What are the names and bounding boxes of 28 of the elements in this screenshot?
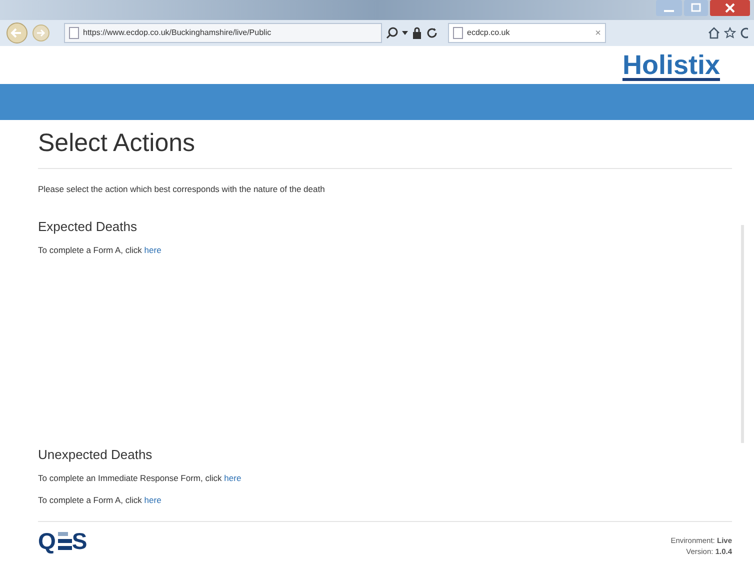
refresh-icon[interactable] <box>426 27 438 39</box>
browser-tab[interactable]: ecdcp.co.uk × <box>448 23 606 43</box>
holistix-logo: Holistix <box>622 48 720 82</box>
bars-icon <box>56 532 72 550</box>
star-icon[interactable] <box>724 27 736 39</box>
here-link[interactable]: here <box>144 244 162 255</box>
address-bar[interactable]: https://www.ecdop.co.uk/Buckinghamshire/live/Public <box>64 23 382 43</box>
here-link[interactable]: here <box>144 494 162 505</box>
qes-logo-letter: Q <box>38 530 56 553</box>
search-icon[interactable] <box>386 27 398 39</box>
section-heading: Unexpected Deaths <box>38 446 154 464</box>
tab-close[interactable]: × <box>595 26 601 40</box>
home-icon[interactable] <box>708 27 720 39</box>
action-text: To complete an Immediate Response Form, click here <box>38 472 242 485</box>
caret-icon[interactable] <box>402 31 408 35</box>
url-text: https://www.ecdop.co.uk/Buckinghamshire/live/Public <box>83 27 272 39</box>
page-title: Select Actions <box>38 128 196 159</box>
action-text: To complete a Form A, click here <box>38 244 162 257</box>
tab-title: ecdcp.co.uk <box>467 27 511 39</box>
action-text: To complete a Form A, click here <box>38 494 162 507</box>
page-icon <box>69 27 79 39</box>
close-icon[interactable] <box>710 0 750 16</box>
section-heading: Expected Deaths <box>38 218 138 236</box>
qes-logo-letter: S <box>72 530 88 553</box>
intro-text: Please select the action which best corresponds with the nature of the death <box>38 183 326 196</box>
page-icon <box>453 27 463 39</box>
lock-icon <box>412 27 422 39</box>
here-link[interactable]: here <box>224 472 242 483</box>
